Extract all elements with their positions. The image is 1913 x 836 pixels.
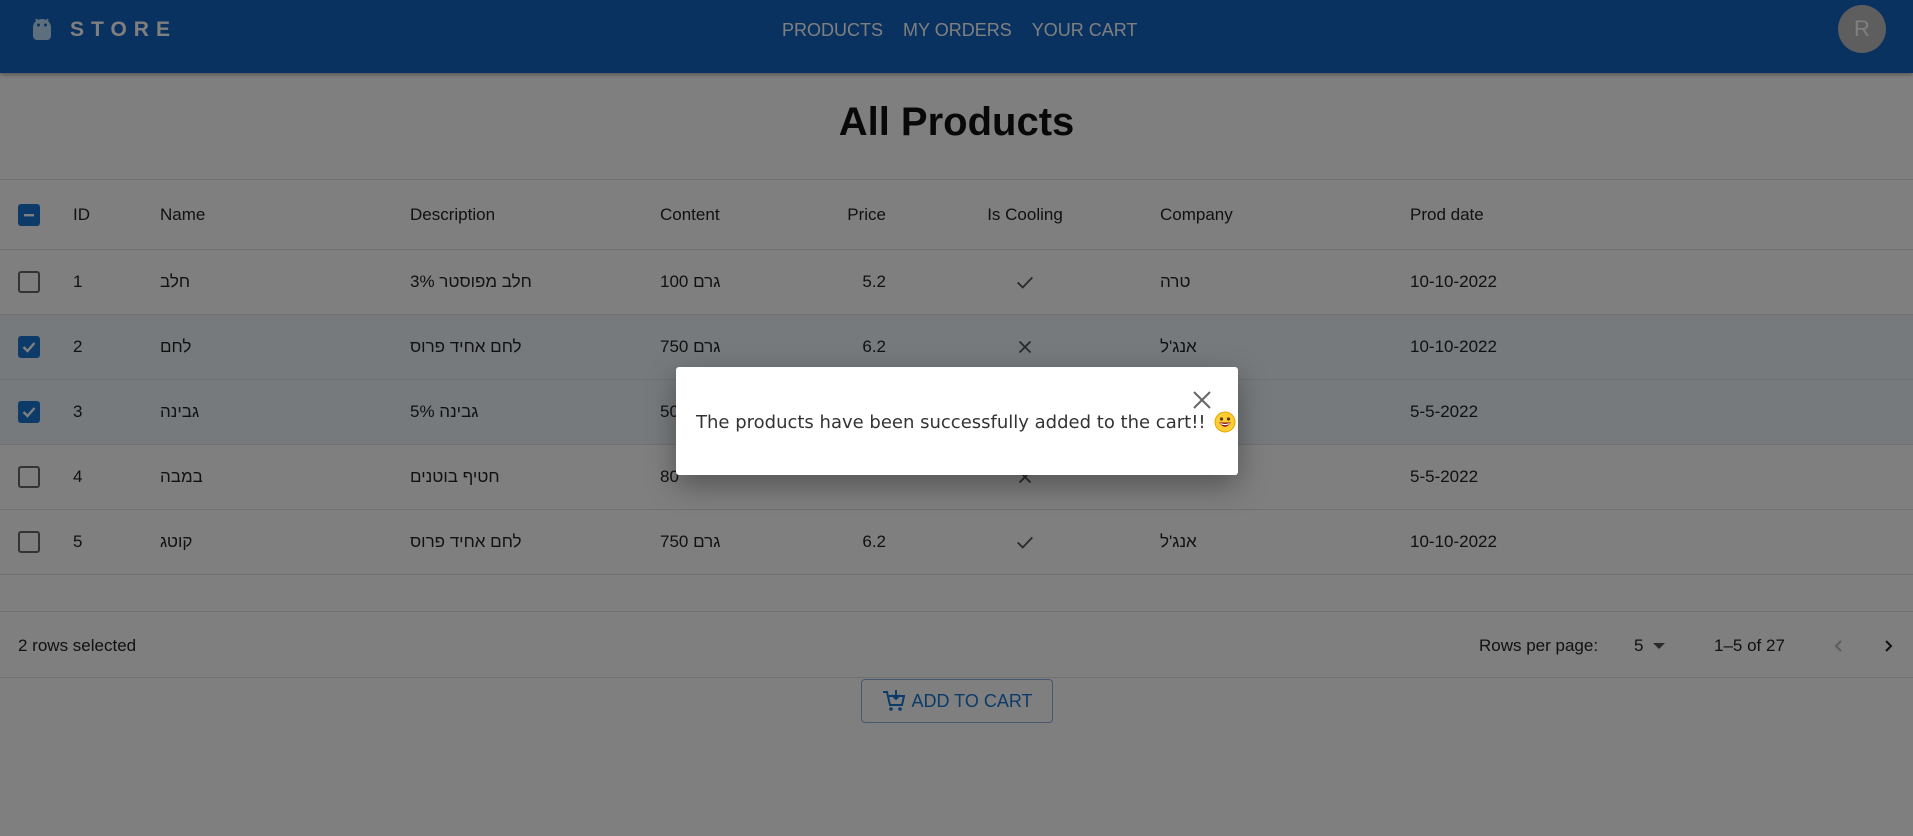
dialog-message-text: The products have been successfully adde…	[696, 411, 1206, 433]
dialog-message: The products have been successfully adde…	[696, 411, 1236, 433]
grinning-face-icon	[1214, 411, 1236, 433]
success-dialog: The products have been successfully adde…	[676, 367, 1238, 475]
close-icon[interactable]	[1191, 389, 1213, 411]
